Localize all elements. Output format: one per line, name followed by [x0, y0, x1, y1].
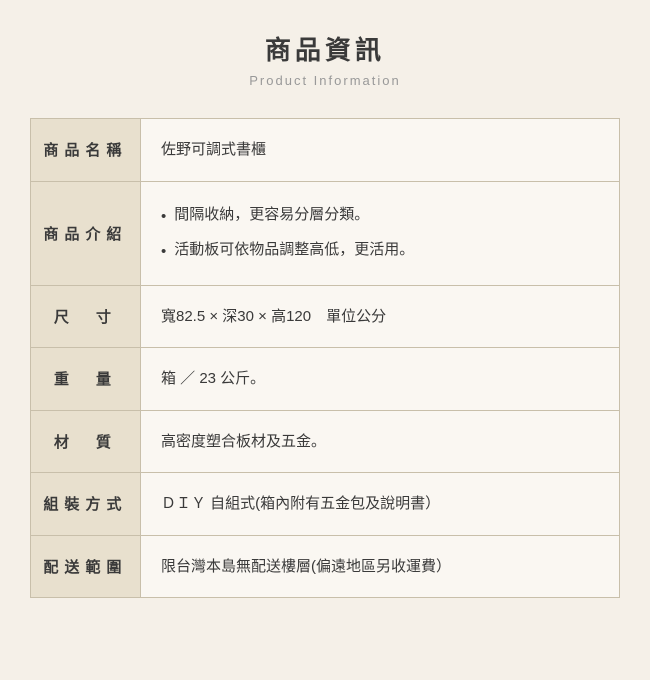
row-label: 配送範圍 — [31, 536, 141, 598]
row-value: 寬82.5 × 深30 × 高120 單位公分 — [141, 286, 619, 348]
table-row: 配送範圍限台灣本島無配送樓層(偏遠地區另收運費） — [31, 536, 619, 598]
row-value: 箱 ／ 23 公斤。 — [141, 348, 619, 410]
row-value: • 間隔收納，更容易分層分類。 • 活動板可依物品調整高低，更活用。 — [141, 182, 619, 285]
bullet-item: • 間隔收納，更容易分層分類。 — [161, 202, 369, 230]
row-value: 佐野可調式書櫃 — [141, 119, 619, 181]
table-row: 尺 寸寬82.5 × 深30 × 高120 單位公分 — [31, 286, 619, 349]
bullet-text: 活動板可依物品調整高低，更活用。 — [174, 237, 414, 263]
row-label: 重 量 — [31, 348, 141, 410]
product-info-container: 商品資訊 Product Information 商品名稱佐野可調式書櫃商品介紹… — [30, 20, 620, 598]
table-row: 材 質高密度塑合板材及五金。 — [31, 411, 619, 474]
bullet-symbol: • — [161, 239, 166, 265]
table-row: 組裝方式ＤＩＹ 自組式(箱內附有五金包及說明書） — [31, 473, 619, 536]
table-row: 重 量箱 ／ 23 公斤。 — [31, 348, 619, 411]
table-row: 商品介紹 • 間隔收納，更容易分層分類。 • 活動板可依物品調整高低，更活用。 — [31, 182, 619, 286]
row-label: 組裝方式 — [31, 473, 141, 535]
page-header: 商品資訊 Product Information — [30, 20, 620, 98]
table-row: 商品名稱佐野可調式書櫃 — [31, 119, 619, 182]
row-value: 限台灣本島無配送樓層(偏遠地區另收運費） — [141, 536, 619, 598]
bullet-item: • 活動板可依物品調整高低，更活用。 — [161, 237, 414, 265]
row-value: ＤＩＹ 自組式(箱內附有五金包及說明書） — [141, 473, 619, 535]
bullet-text: 間隔收納，更容易分層分類。 — [174, 202, 369, 228]
row-value: 高密度塑合板材及五金。 — [141, 411, 619, 473]
page-title-zh: 商品資訊 — [30, 30, 620, 67]
product-info-table: 商品名稱佐野可調式書櫃商品介紹 • 間隔收納，更容易分層分類。 • 活動板可依物品調整高… — [30, 118, 620, 598]
row-label: 尺 寸 — [31, 286, 141, 348]
row-label: 商品名稱 — [31, 119, 141, 181]
page-title-en: Product Information — [30, 73, 620, 88]
bullet-symbol: • — [161, 204, 166, 230]
row-label: 商品介紹 — [31, 182, 141, 285]
row-label: 材 質 — [31, 411, 141, 473]
